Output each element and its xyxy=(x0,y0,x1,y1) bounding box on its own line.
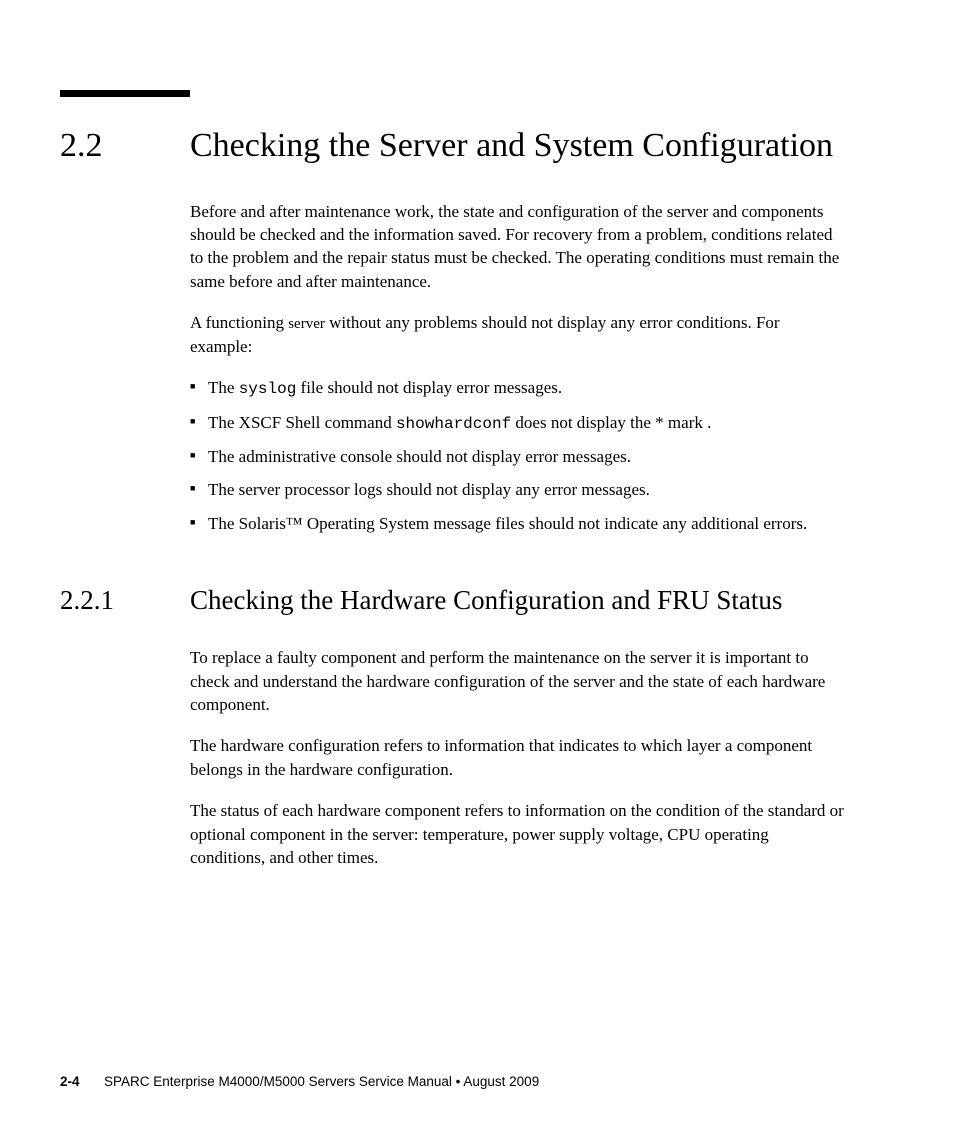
b1-code: syslog xyxy=(239,380,297,398)
sub-paragraph-2: The hardware configuration refers to inf… xyxy=(190,734,844,781)
footer-text: SPARC Enterprise M4000/M5000 Servers Ser… xyxy=(104,1074,539,1089)
sub-paragraph-1: To replace a faulty component and perfor… xyxy=(190,646,844,716)
intro-paragraph-1: Before and after maintenance work, the s… xyxy=(190,200,844,294)
section-body: Before and after maintenance work, the s… xyxy=(190,200,844,535)
subsection-heading: 2.2.1 Checking the Hardware Configuratio… xyxy=(60,583,844,618)
bullet-item-2: The XSCF Shell command showhardconf does… xyxy=(190,411,844,435)
b2-code: showhardconf xyxy=(396,415,511,433)
bullet-item-4: The server processor logs should not dis… xyxy=(190,478,844,501)
section-rule xyxy=(60,90,190,97)
subsection-number: 2.2.1 xyxy=(60,585,190,616)
intro-paragraph-2: A functioning server without any problem… xyxy=(190,311,844,358)
b1-a: The xyxy=(208,378,239,397)
page-footer: 2-4SPARC Enterprise M4000/M5000 Servers … xyxy=(60,1074,844,1089)
b2-a: The XSCF Shell command xyxy=(208,413,396,432)
page-number: 2-4 xyxy=(60,1074,104,1089)
b1-b: file should not display error messages. xyxy=(296,378,562,397)
b2-b: does not display the * mark . xyxy=(511,413,711,432)
section-number: 2.2 xyxy=(60,127,190,165)
bullet-item-5: The Solaris™ Operating System message fi… xyxy=(190,512,844,535)
section-heading: 2.2 Checking the Server and System Confi… xyxy=(60,125,844,168)
bullet-item-3: The administrative console should not di… xyxy=(190,445,844,468)
sub-paragraph-3: The status of each hardware component re… xyxy=(190,799,844,869)
page-content: 2.2 Checking the Server and System Confi… xyxy=(0,0,954,870)
intro-p2-a: A functioning xyxy=(190,313,288,332)
section-title: Checking the Server and System Configura… xyxy=(190,125,833,168)
bullet-item-1: The syslog file should not display error… xyxy=(190,376,844,400)
subsection-body: To replace a faulty component and perfor… xyxy=(190,646,844,870)
subsection-title: Checking the Hardware Configuration and … xyxy=(190,583,782,618)
bullet-list: The syslog file should not display error… xyxy=(190,376,844,535)
intro-p2-server: server xyxy=(288,316,325,332)
